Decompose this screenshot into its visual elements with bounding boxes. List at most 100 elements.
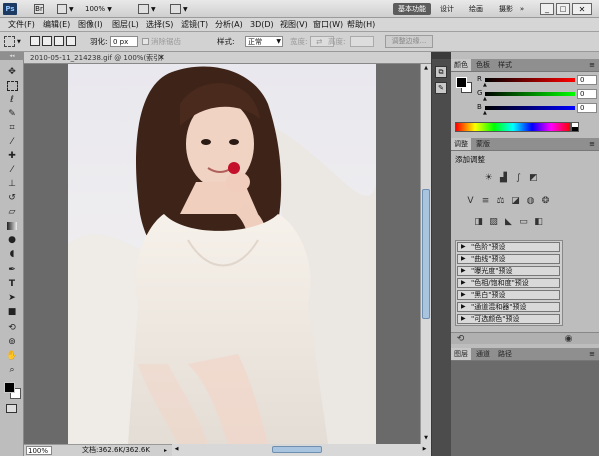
3d-orbit-tool-icon[interactable]: ⊚: [5, 336, 19, 348]
tab-layers[interactable]: 图层: [451, 348, 471, 360]
antialias-checkbox[interactable]: [142, 38, 149, 45]
panel-menu-icon[interactable]: ≡: [589, 59, 595, 71]
black-white-icon[interactable]: ◪: [510, 195, 521, 206]
eyedropper-tool-icon[interactable]: ⁄: [5, 136, 19, 148]
menu-layer[interactable]: 图层(L): [112, 19, 139, 31]
preset-levels[interactable]: ▶ "色阶"预设: [457, 242, 560, 252]
status-menu-arrow-icon[interactable]: ▸: [164, 446, 167, 455]
history-brush-tool-icon[interactable]: ↺: [5, 192, 19, 204]
horizontal-scrollbar[interactable]: ◀ ▶: [172, 444, 431, 456]
refine-edge-button[interactable]: 调整边缘...: [385, 35, 433, 48]
preset-selective-color[interactable]: ▶ "可选颜色"预设: [457, 314, 560, 324]
exposure-icon[interactable]: ◩: [528, 172, 539, 183]
spectrum-black-white[interactable]: [571, 122, 579, 132]
vertical-scroll-thumb[interactable]: [422, 189, 430, 319]
document-tab[interactable]: 2010-05-11_214238.gif @ 100%(索引) ✕: [24, 52, 431, 64]
arrange-chevron-icon[interactable]: ▼: [151, 6, 156, 13]
workspace-design-button[interactable]: 设计: [437, 3, 457, 15]
workspace-more-icon[interactable]: »: [518, 3, 526, 15]
arrange-documents-icon[interactable]: [138, 4, 149, 14]
preset-hue-saturation[interactable]: ▶ "色相/饱和度"预设: [457, 278, 560, 288]
adjust-panel-menu-icon[interactable]: ≡: [589, 138, 595, 150]
scroll-down-arrow-icon[interactable]: ▼: [421, 434, 431, 443]
close-button[interactable]: ✕: [572, 3, 592, 15]
swap-icon[interactable]: ⇄: [316, 37, 322, 47]
history-panel-icon[interactable]: ⧉: [435, 66, 447, 78]
zoom-tool-icon[interactable]: ⌕: [5, 364, 19, 376]
preset-black-white[interactable]: ▶ "黑白"预设: [457, 290, 560, 300]
tab-color[interactable]: 颜色: [451, 59, 471, 71]
new-selection-icon[interactable]: [30, 36, 40, 46]
brush-tool-icon[interactable]: ⁄: [5, 164, 19, 176]
type-tool-icon[interactable]: T: [5, 278, 19, 290]
vibrance-icon[interactable]: V: [465, 195, 476, 206]
color-panel-foreground-swatch[interactable]: [456, 77, 467, 88]
preset-channel-mixer[interactable]: ▶ "通道混和器"预设: [457, 302, 560, 312]
3d-rotate-tool-icon[interactable]: ⟲: [5, 322, 19, 334]
tool-preset-icon[interactable]: [4, 36, 15, 47]
toolbox-collapse-icon[interactable]: ◂◂: [0, 52, 24, 60]
menu-select[interactable]: 选择(S): [146, 19, 173, 31]
restore-button[interactable]: □: [556, 3, 570, 15]
menu-window[interactable]: 窗口(W): [313, 19, 343, 31]
menu-filter[interactable]: 滤镜(T): [181, 19, 208, 31]
move-tool-icon[interactable]: ✥: [5, 66, 19, 78]
pen-tool-icon[interactable]: ✒: [5, 264, 19, 276]
visibility-toggle-icon[interactable]: ◉: [563, 333, 574, 344]
clone-stamp-tool-icon[interactable]: ⊥: [5, 178, 19, 190]
style-select[interactable]: 正常 ▼: [245, 36, 283, 47]
subtract-selection-icon[interactable]: [54, 36, 64, 46]
workspace-essentials-button[interactable]: 基本功能: [393, 3, 431, 15]
channel-r-slider-knob-icon[interactable]: ▲: [483, 82, 487, 88]
view-extras-chevron-icon[interactable]: ▼: [69, 6, 74, 13]
healing-brush-tool-icon[interactable]: ✚: [5, 150, 19, 162]
channel-b-slider[interactable]: [485, 106, 575, 110]
layers-panel-menu-icon[interactable]: ≡: [589, 348, 595, 360]
channel-r-value[interactable]: 0: [577, 75, 597, 85]
menu-help[interactable]: 帮助(H): [347, 19, 375, 31]
threshold-icon[interactable]: ◣: [503, 216, 514, 227]
channel-b-value[interactable]: 0: [577, 103, 597, 113]
channel-g-value[interactable]: 0: [577, 89, 597, 99]
workspace-photography-button[interactable]: 摄影: [496, 3, 516, 15]
levels-icon[interactable]: ▟: [498, 172, 509, 183]
channel-mixer-icon[interactable]: ❂: [540, 195, 551, 206]
lasso-tool-icon[interactable]: ℓ: [5, 94, 19, 106]
screen-mode-chevron-icon[interactable]: ▼: [183, 6, 188, 13]
quick-select-tool-icon[interactable]: ✎: [5, 108, 19, 120]
close-document-icon[interactable]: ✕: [158, 52, 165, 63]
channel-g-slider-knob-icon[interactable]: ▲: [483, 96, 487, 102]
menu-view[interactable]: 视图(V): [280, 19, 308, 31]
intersect-selection-icon[interactable]: [66, 36, 76, 46]
dodge-tool-icon[interactable]: ◖: [5, 248, 19, 260]
scroll-left-arrow-icon[interactable]: ◀: [172, 444, 181, 455]
canvas-area[interactable]: [24, 64, 420, 444]
brightness-contrast-icon[interactable]: ☀: [483, 172, 494, 183]
properties-panel-icon[interactable]: ✎: [435, 82, 447, 94]
minimize-button[interactable]: _: [540, 3, 554, 15]
document-image[interactable]: [68, 64, 376, 444]
tab-masks[interactable]: 蒙版: [473, 138, 493, 150]
path-selection-tool-icon[interactable]: ➤: [5, 292, 19, 304]
color-balance-icon[interactable]: ⚖: [495, 195, 506, 206]
menu-edit[interactable]: 编辑(E): [43, 19, 70, 31]
height-input[interactable]: [350, 36, 374, 47]
hue-saturation-icon[interactable]: ≡: [480, 195, 491, 206]
curves-icon[interactable]: ∫: [513, 172, 524, 183]
channel-g-slider[interactable]: [485, 92, 575, 96]
tab-swatches[interactable]: 色板: [473, 59, 493, 71]
screen-mode-icon[interactable]: [170, 4, 181, 14]
crop-tool-icon[interactable]: ⌗: [5, 122, 19, 134]
tab-adjustments[interactable]: 调整: [451, 138, 471, 150]
workspace-painting-button[interactable]: 绘画: [466, 3, 486, 15]
photo-filter-icon[interactable]: ◍: [525, 195, 536, 206]
zoom-level-dropdown[interactable]: 100% ▼: [85, 4, 125, 14]
menu-analysis[interactable]: 分析(A): [215, 19, 243, 31]
color-spectrum-bar[interactable]: [455, 122, 571, 132]
blur-tool-icon[interactable]: ●: [5, 234, 19, 246]
posterize-icon[interactable]: ▨: [488, 216, 499, 227]
preset-exposure[interactable]: ▶ "曝光度"预设: [457, 266, 560, 276]
selective-color-icon[interactable]: ◧: [533, 216, 544, 227]
menu-file[interactable]: 文件(F): [8, 19, 35, 31]
gradient-tool-icon[interactable]: [5, 220, 19, 232]
